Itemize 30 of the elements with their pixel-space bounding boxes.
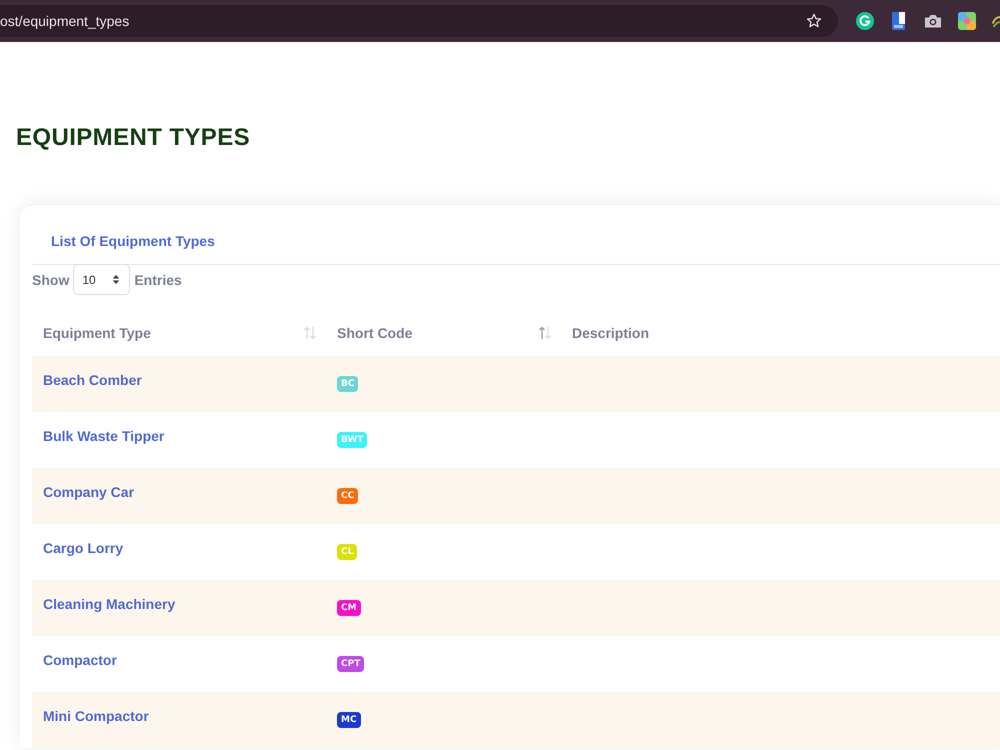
card-title: List Of Equipment Types [51, 232, 215, 250]
entries-label: Entries [134, 270, 182, 288]
address-field[interactable]: ost/equipment_types [0, 5, 838, 37]
equipment-name-cell: Bulk Waste Tipper [32, 412, 326, 468]
colorful-square-icon[interactable] [958, 12, 976, 30]
camera-icon[interactable] [924, 12, 942, 30]
equipment-name-cell: Cargo Lorry [32, 524, 326, 580]
short-code-badge: CM [337, 600, 361, 616]
short-code-badge: CL [337, 544, 358, 560]
column-header[interactable]: Short Code [337, 324, 412, 342]
equipment-name-cell: Cleaning Machinery [32, 580, 326, 636]
short-code-badge: CPT [337, 656, 364, 672]
star-icon[interactable] [806, 13, 822, 29]
equipment-name-cell: Company Car [32, 468, 326, 524]
circle-logo-icon[interactable] [856, 12, 874, 30]
short-code-badge: CC [337, 488, 358, 504]
equipment-name-cell: Mini Compactor [32, 692, 326, 748]
bookmark-icon[interactable] [890, 12, 908, 30]
short-code-badge: BWT [337, 432, 368, 448]
short-code-badge: BC [337, 376, 358, 392]
equipment-name-cell: Compactor [32, 636, 326, 692]
equipment-name-cell: Beach Comber [32, 356, 326, 412]
up-down-caret-icon [112, 274, 120, 285]
column-header[interactable]: Equipment Type [43, 324, 151, 342]
column-header[interactable]: Description [572, 324, 650, 342]
short-code-badge: MC [337, 712, 361, 728]
page-title: EQUIPMENT TYPES [16, 123, 250, 153]
entries-select[interactable]: 10 [73, 264, 130, 295]
show-label: Show [32, 270, 70, 288]
sort-arrows-icon[interactable] [538, 326, 552, 340]
